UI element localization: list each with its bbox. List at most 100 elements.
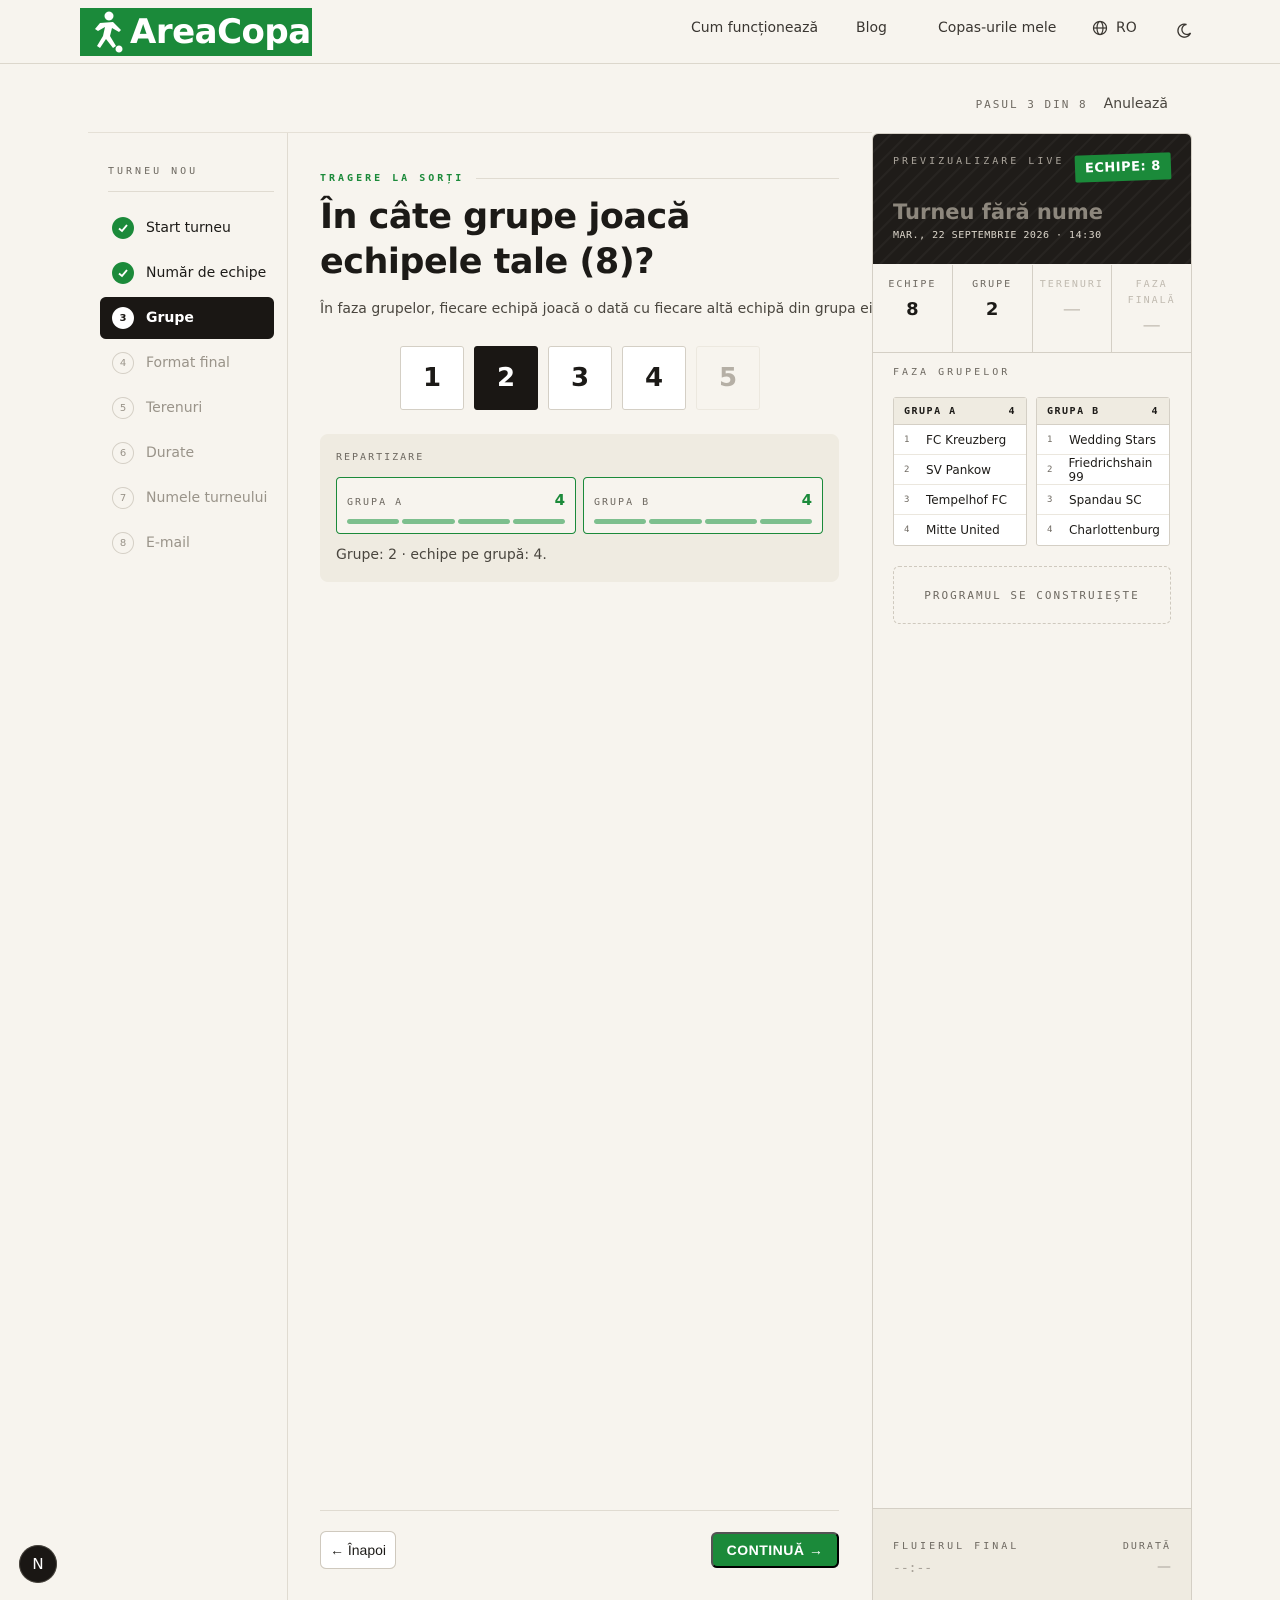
stat-value: 8 [906,299,919,320]
back-button[interactable]: ← Înapoi [320,1531,396,1569]
step-number: 4 [112,352,134,374]
team-row: 3 Spandau SC [1037,485,1169,515]
duration-value: — [1157,1559,1171,1575]
nav-blog[interactable]: Blog [856,20,887,36]
step-number: 5 [112,397,134,419]
nav-how-it-works[interactable]: Cum funcționează [691,20,818,36]
team-name: Charlottenburg [1069,523,1160,537]
team-row: 2 SV Pankow [894,455,1026,485]
nav-my-copas[interactable]: Copas-urile mele [938,20,1056,36]
group-header: GRUPA A 4 [894,398,1026,425]
team-name: SV Pankow [926,462,991,477]
option-4[interactable]: 4 [622,346,686,410]
preview-group-a: GRUPA A 4 1 FC Kreuzberg 2 SV Pankow 3 Temp… [893,397,1027,546]
sidebar-step-label: Grupe [146,310,194,326]
distribution-summary: Grupe: 2 · echipe pe grupă: 4. [336,547,547,563]
check-icon [112,262,134,284]
live-preview-panel: PREVIZUALIZARE LIVE ECHIPE: 8 Turneu făr… [872,133,1192,1600]
preview-group-b: GRUPA B 4 1 Wedding Stars 2 Friedrichshain… [1036,397,1170,546]
tournament-date: MAR., 22 SEPTEMBRIE 2026 · 14:30 [893,230,1102,241]
group-card-a: GRUPA A 4 [336,477,576,534]
team-row: 1 Wedding Stars [1037,425,1169,455]
preview-footer: FLUIERUL FINAL DURATĂ --:-- — [873,1508,1191,1600]
team-name: Wedding Stars [1069,432,1157,447]
language-switcher[interactable]: RO [1092,20,1137,36]
duration-label: DURATĂ [1122,1541,1171,1552]
sidebar-step-final-format[interactable]: 4 Format final [100,342,274,384]
stat-teams: ECHIPE 8 [873,265,953,352]
group-header: GRUPA B 4 [1037,398,1169,425]
group-fill-bars [594,519,812,524]
sidebar-step-label: Start turneu [146,220,231,236]
final-whistle-label: FLUIERUL FINAL [893,1541,1020,1552]
preview-header: PREVIZUALIZARE LIVE ECHIPE: 8 Turneu făr… [873,134,1191,264]
option-5: 5 [696,346,760,410]
group-name: GRUPA B [594,497,651,508]
dev-tools-button[interactable]: N [19,1545,57,1583]
distribution-panel: REPARTIZARE GRUPA A 4 GRUPA B 4 Grupe: 2… [320,434,839,582]
option-2[interactable]: 2 [474,346,538,410]
step-number: 6 [112,442,134,464]
stat-label: TERENURI [1039,279,1104,290]
stat-final-phase: FAZA FINALĂ — [1112,265,1191,352]
option-1[interactable]: 1 [400,346,464,410]
stat-fields: TERENURI — [1033,265,1113,352]
team-row: 1 FC Kreuzberg [894,425,1026,455]
divider [108,191,274,192]
globe-icon [1092,20,1108,36]
sidebar-step-label: E-mail [146,535,190,551]
sidebar-step-email[interactable]: 8 E-mail [100,522,274,564]
stat-value: 2 [985,299,999,320]
page-title: În câte grupe joacă echipele tale (8)? [320,197,690,282]
sidebar-step-label: Număr de echipe [146,265,267,281]
logo-text: AreaCopa [130,12,311,52]
group-count: 4 [554,491,565,509]
logo[interactable]: AreaCopa [80,8,312,56]
sidebar-step-groups[interactable]: 3 Grupe [100,297,274,339]
stat-label: ECHIPE [888,279,937,290]
team-name: Tempelhof FC [926,492,1007,507]
team-row: 4 Charlottenburg [1047,523,1160,537]
wizard-status: PASUL 3 DIN 8 Anulează [976,96,1168,112]
sidebar-step-label: Format final [146,355,230,371]
team-row: 4 Mitte United [904,523,1000,537]
group-fill-bars [347,519,565,524]
group-card-b: GRUPA B 4 [583,477,823,534]
moon-icon[interactable] [1175,22,1193,40]
team-name: Mitte United [926,523,1000,537]
group-phase-title: FAZA GRUPELOR [893,367,1011,378]
divider [320,1510,839,1511]
stat-value: — [1142,315,1161,336]
continue-button[interactable]: CONTINUĂ → [711,1532,839,1568]
preview-label: PREVIZUALIZARE LIVE [893,156,1065,167]
cancel-link[interactable]: Anulează [1104,96,1168,112]
sidebar-step-durations[interactable]: 6 Durate [100,432,274,474]
group-count-picker: 1 2 3 4 5 [400,346,760,410]
stat-groups: GRUPE 2 [953,265,1033,352]
tournament-name: Turneu fără nume [893,200,1103,224]
sidebar-step-fields[interactable]: 5 Terenuri [100,387,274,429]
sidebar-step-teams[interactable]: Număr de echipe [100,252,274,294]
team-name: Friedrichshain 99 [1068,455,1153,484]
step-number: 8 [112,532,134,554]
page-description: În faza grupelor, fiecare echipă joacă o… [320,301,878,317]
language-label: RO [1116,20,1137,36]
stat-value: — [1062,299,1081,320]
top-navbar: AreaCopa Cum funcționează Blog Copas-uri… [0,0,1280,64]
player-icon [95,11,123,53]
schedule-placeholder: PROGRAMUL SE CONSTRUIEȘTE [893,566,1171,624]
team-name: Spandau SC [1069,492,1142,507]
group-count: 4 [1151,405,1159,417]
final-whistle-value: --:-- [893,1561,933,1576]
sidebar-step-start[interactable]: Start turneu [100,207,274,249]
option-3[interactable]: 3 [548,346,612,410]
sidebar-step-label: Durate [146,445,195,461]
preview-stats: ECHIPE 8 GRUPE 2 TERENURI — FAZA FINALĂ … [873,265,1191,353]
stat-label: GRUPE [972,279,1013,290]
group-count: 4 [801,491,812,509]
sidebar-step-name[interactable]: 7 Numele turneului [100,477,274,519]
group-count: 4 [1008,405,1016,417]
section-eyebrow: TRAGERE LA SORȚI [320,173,839,184]
step-number: 7 [112,487,134,509]
wizard-sidebar: TURNEU NOU Start turneu Număr de echipe … [88,133,288,1600]
